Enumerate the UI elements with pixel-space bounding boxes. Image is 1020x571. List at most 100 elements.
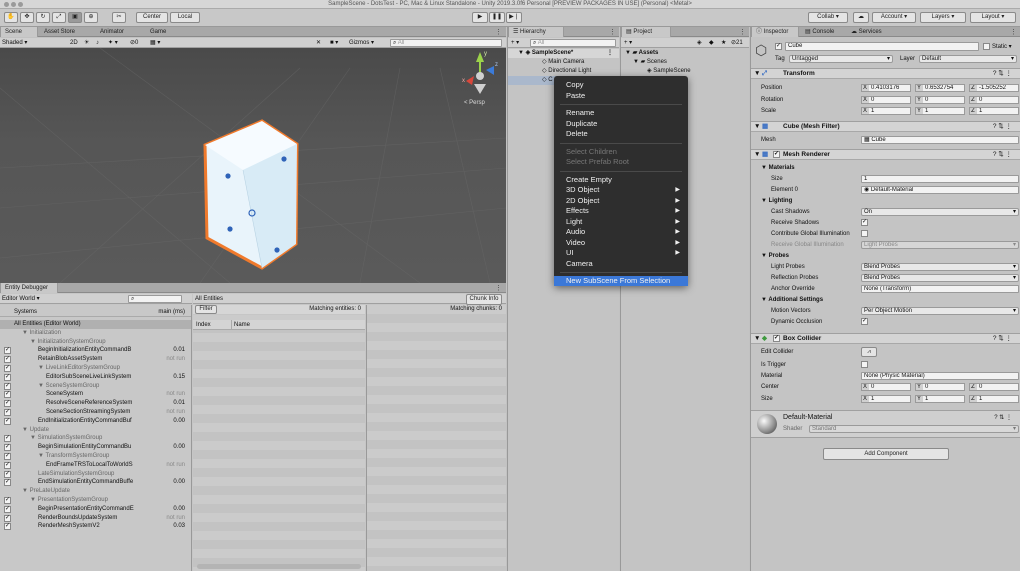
hierarchy-scene-row[interactable]: ▼ ◈ SampleScene* ⋮ — [508, 49, 619, 58]
size-z-field[interactable]: Z1 — [969, 395, 1019, 403]
material-object-field[interactable]: ◉ Default-Material — [861, 186, 1019, 194]
mesh-object-field[interactable]: ▦ Cube — [861, 136, 1019, 144]
project-item-samplescene[interactable]: ◈ SampleScene — [621, 67, 749, 76]
center-x-field[interactable]: X0 — [861, 383, 911, 391]
move-tool-icon[interactable]: ✥ — [20, 12, 34, 23]
system-row[interactable]: ✓ EditorSubSceneLiveLinkSystem 0.15 — [0, 373, 191, 382]
system-row[interactable]: ✓ BeginSimulationEntityCommandBu 0.00 — [0, 443, 191, 452]
hierarchy-item-main-camera[interactable]: ◇ Main Camera — [508, 58, 619, 67]
is-trigger-checkbox[interactable] — [861, 361, 868, 368]
scene-viewport[interactable]: y z x < Persp — [0, 48, 506, 283]
layer-dropdown[interactable]: Default — [919, 55, 1017, 63]
tag-dropdown[interactable]: Untagged — [789, 55, 893, 63]
pivot-center-button[interactable]: Center — [136, 12, 168, 23]
reflection-probes-dropdown[interactable]: Blend Probes — [861, 274, 1019, 282]
project-create-dropdown[interactable]: + ▾ — [624, 38, 632, 48]
system-row[interactable]: ✓ EndSimulationEntityCommandBuffe 0.00 — [0, 478, 191, 487]
lighting-toggle-icon[interactable]: ☀ — [84, 38, 89, 48]
menu-item-delete[interactable]: Delete — [554, 129, 688, 139]
gizmos-dropdown[interactable]: Gizmos ▾ — [349, 38, 374, 48]
system-enabled-checkbox[interactable]: ✓ — [4, 514, 11, 522]
panel-menu-icon[interactable]: ⋮ — [739, 29, 746, 36]
rect-tool-icon[interactable]: ▣ — [68, 12, 82, 23]
panel-menu-icon[interactable]: ⋮ — [495, 285, 502, 292]
box-collider-component-header[interactable]: ▼ ◆ ✓ Box Collider ? ⇅ ⋮ — [751, 333, 1020, 344]
system-enabled-checkbox[interactable]: ✓ — [4, 356, 11, 364]
system-row[interactable]: ✓ BeginPresentationEntityCommandE 0.00 — [0, 505, 191, 514]
materials-foldout[interactable]: ▼ Materials — [751, 163, 1020, 173]
pause-button[interactable]: ❚❚ — [489, 12, 505, 23]
menu-item-3d-object[interactable]: 3D Object ▶ — [554, 185, 688, 195]
system-row[interactable]: ▼ InitializationSystemGroup — [0, 338, 191, 347]
zoom-window-icon[interactable] — [18, 2, 23, 7]
system-enabled-checkbox[interactable]: ✓ — [4, 505, 11, 513]
system-enabled-checkbox[interactable]: ✓ — [4, 497, 11, 504]
scale-x-field[interactable]: X1 — [861, 107, 911, 115]
minimize-window-icon[interactable] — [11, 2, 16, 7]
size-y-field[interactable]: Y1 — [915, 395, 965, 403]
system-row[interactable]: ✓ ▼ LiveLinkEditorSystemGroup — [0, 364, 191, 373]
system-enabled-checkbox[interactable]: ✓ — [4, 391, 11, 399]
chunk-info-button[interactable]: Chunk Info — [466, 294, 502, 305]
menu-item-duplicate[interactable]: Duplicate — [554, 119, 688, 129]
component-help-icon[interactable]: ? ⇅ ⋮ — [993, 150, 1012, 160]
menu-item-ui[interactable]: UI ▶ — [554, 248, 688, 258]
collab-button[interactable]: Collab ▾ — [808, 12, 848, 23]
layers-dropdown[interactable]: Layers ▾ — [920, 12, 966, 23]
menu-item-2d-object[interactable]: 2D Object ▶ — [554, 196, 688, 206]
center-z-field[interactable]: Z0 — [969, 383, 1019, 391]
persp-label[interactable]: < Persp — [464, 100, 485, 106]
orientation-gizmo[interactable] — [466, 52, 494, 94]
scene-menu-icon[interactable]: ⋮ — [607, 49, 613, 58]
system-enabled-checkbox[interactable]: ✓ — [4, 453, 11, 460]
play-button[interactable]: ▶ — [472, 12, 488, 23]
position-z-field[interactable]: Z -1.505252 — [969, 84, 1019, 92]
foldout-arrow-icon[interactable]: ▼ — [754, 150, 760, 160]
project-folder-assets[interactable]: ▼ ▰ Assets — [621, 49, 749, 58]
foldout-arrow-icon[interactable]: ▼ — [754, 122, 760, 132]
filter-type-icon[interactable]: ◈ — [697, 38, 702, 48]
menu-item-new-subscene-from-selection[interactable]: New SubScene From Selection — [554, 276, 688, 286]
material-preview-section[interactable]: Default-Material Shader Standard ? ⇅ ⋮ — [751, 410, 1020, 438]
rotation-z-field[interactable]: Z0 — [969, 96, 1019, 104]
hierarchy-item-directional-light[interactable]: ◇ Directional Light — [508, 67, 619, 76]
active-checkbox[interactable]: ✓ — [775, 43, 782, 50]
grid-toggle-icon[interactable]: ▦ ▾ — [150, 38, 160, 48]
system-enabled-checkbox[interactable]: ✓ — [4, 417, 11, 425]
index-column-header[interactable]: Index — [196, 320, 211, 330]
transform-tool-icon[interactable]: ⊕ — [84, 12, 98, 23]
cube-object[interactable] — [203, 119, 299, 270]
world-dropdown[interactable]: Editor World ▾ — [2, 294, 40, 304]
tab-asset-store[interactable]: Asset Store — [40, 27, 92, 37]
effects-toggle-icon[interactable]: ✦ ▾ — [108, 38, 118, 48]
favorites-icon[interactable]: ★ — [721, 38, 726, 48]
anchor-override-field[interactable]: None (Transform) — [861, 285, 1019, 293]
motion-vectors-dropdown[interactable]: Per Object Motion — [861, 307, 1019, 315]
physic-material-field[interactable]: None (Physic Material) — [861, 372, 1019, 380]
system-enabled-checkbox[interactable]: ✓ — [4, 365, 11, 372]
contribute-gi-checkbox[interactable] — [861, 230, 868, 237]
transform-component-header[interactable]: ▼ ⤢ Transform ? ⇅ ⋮ — [751, 68, 1020, 79]
camera-icon[interactable]: ■ ▾ — [330, 38, 338, 48]
tab-game[interactable]: Game — [146, 27, 184, 37]
system-row[interactable]: ✓ RenderBoundsUpdateSystem not run — [0, 514, 191, 523]
menu-item-camera[interactable]: Camera — [554, 259, 688, 269]
component-help-icon[interactable]: ? ⇅ ⋮ — [993, 122, 1012, 132]
system-row[interactable]: ✓ ▼ SimulationSystemGroup — [0, 434, 191, 443]
shading-mode-dropdown[interactable]: Shaded ▾ — [2, 38, 27, 48]
panel-menu-icon[interactable]: ⋮ — [495, 29, 502, 36]
edit-collider-icon[interactable]: ⩘ — [861, 347, 877, 357]
pivot-local-button[interactable]: Local — [170, 12, 200, 23]
tab-scene[interactable]: Scene — [0, 27, 38, 37]
system-row[interactable]: ✓ BeginInitializationEntityCommandB 0.01 — [0, 346, 191, 355]
system-enabled-checkbox[interactable]: ✓ — [4, 470, 11, 478]
tab-hierarchy[interactable]: ☰ Hierarchy — [508, 27, 564, 37]
custom-tool-icon[interactable]: ✂ — [112, 12, 126, 23]
tab-entity-debugger[interactable]: Entity Debugger — [0, 283, 58, 293]
light-probes-dropdown[interactable]: Blend Probes — [861, 263, 1019, 271]
filter-button[interactable]: Filter — [195, 305, 217, 314]
tab-animator[interactable]: Animator — [96, 27, 142, 37]
rotation-x-field[interactable]: X0 — [861, 96, 911, 104]
menu-item-video[interactable]: Video ▶ — [554, 238, 688, 248]
probes-foldout[interactable]: ▼ Probes — [751, 251, 1020, 261]
